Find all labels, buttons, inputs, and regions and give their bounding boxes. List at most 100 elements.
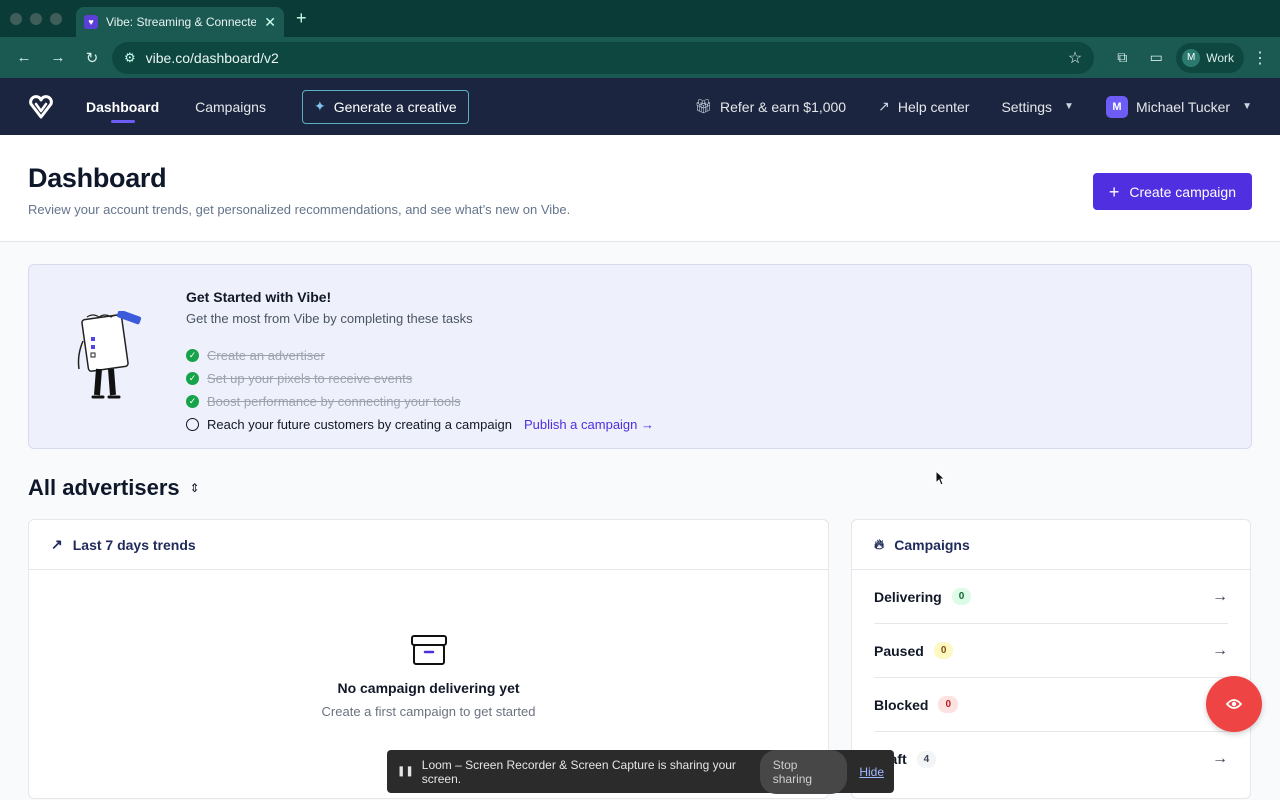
task-item: Reach your future customers by creating … bbox=[186, 413, 1251, 436]
nav-campaigns[interactable]: Campaigns bbox=[195, 78, 266, 135]
chevron-down-icon: ▼ bbox=[1242, 101, 1252, 112]
publish-campaign-link[interactable]: Publish a campaign → bbox=[524, 417, 654, 432]
browser-tab[interactable]: ♥ Vibe: Streaming & Connected ✕ bbox=[76, 7, 284, 37]
forward-icon[interactable]: → bbox=[44, 44, 72, 72]
get-started-title: Get Started with Vibe! bbox=[186, 289, 332, 305]
browser-toolbar: ← → ↻ ⚙ vibe.co/dashboard/v2 ☆ ⧉ ▭ M Wor… bbox=[0, 37, 1280, 78]
check-circle-icon: ✓ bbox=[186, 395, 199, 408]
arrow-right-icon[interactable]: → bbox=[1212, 750, 1228, 768]
gift-icon: 🎁︎ bbox=[694, 98, 713, 114]
get-started-panel: Get Started with Vibe! Get the most from… bbox=[28, 264, 1252, 449]
dashboard-content: Get Started with Vibe! Get the most from… bbox=[0, 242, 1280, 800]
eye-icon bbox=[1226, 699, 1242, 709]
refer-label: Refer & earn $1,000 bbox=[720, 98, 847, 115]
bookmark-star-icon[interactable]: ☆ bbox=[1068, 48, 1082, 68]
campaign-status-row[interactable]: Paused 0 → bbox=[874, 624, 1228, 678]
arrow-right-icon[interactable]: → bbox=[1212, 588, 1228, 606]
user-avatar: M bbox=[1105, 95, 1128, 118]
status-count-badge: 0 bbox=[938, 696, 959, 713]
sort-arrows-icon[interactable]: ⇕ bbox=[190, 481, 200, 495]
minimize-window-button[interactable] bbox=[30, 12, 42, 25]
close-window-button[interactable] bbox=[10, 12, 22, 25]
trends-empty-state: No campaign delivering yet Create a firs… bbox=[29, 634, 828, 719]
generate-creative-button[interactable]: ✦ Generate a creative bbox=[301, 89, 469, 124]
campaign-status-row[interactable]: Blocked 0 → bbox=[874, 678, 1228, 732]
task-label: Create an advertiser bbox=[207, 348, 325, 363]
help-center-link[interactable]: ↗ Help center bbox=[878, 98, 969, 115]
campaigns-title: Campaigns bbox=[894, 536, 970, 553]
check-circle-icon: ✓ bbox=[186, 349, 199, 362]
campaign-status-row[interactable]: Delivering 0 → bbox=[874, 570, 1228, 624]
maximize-window-button[interactable] bbox=[50, 12, 62, 25]
sparkles-icon: ✦ bbox=[313, 98, 326, 114]
chevron-down-icon: ▼ bbox=[1064, 101, 1074, 112]
check-circle-icon: ✓ bbox=[186, 372, 199, 385]
pause-icon: ❚❚ bbox=[397, 766, 414, 777]
browser-menu-icon[interactable]: ⋮ bbox=[1250, 48, 1270, 68]
archive-box-icon bbox=[410, 635, 447, 665]
trends-title: Last 7 days trends bbox=[72, 536, 196, 553]
sharing-message: Loom – Screen Recorder & Screen Capture … bbox=[421, 757, 736, 786]
trending-up-icon: ↗ bbox=[51, 536, 63, 552]
plus-icon: + bbox=[1108, 181, 1120, 202]
nav-dashboard[interactable]: Dashboard bbox=[86, 78, 159, 135]
empty-state-title: No campaign delivering yet bbox=[337, 680, 520, 696]
campaigns-card: 🔥︎ Campaigns Delivering 0 → Paused 0 → B… bbox=[851, 519, 1251, 799]
status-count-badge: 4 bbox=[916, 750, 937, 768]
trends-card-header: ↗ Last 7 days trends bbox=[29, 520, 828, 570]
create-campaign-button[interactable]: + Create campaign bbox=[1092, 173, 1252, 210]
new-tab-button[interactable]: + bbox=[296, 8, 307, 29]
generate-creative-label: Generate a creative bbox=[333, 98, 457, 115]
profile-button[interactable]: M Work bbox=[1176, 42, 1244, 73]
external-link-icon: ↗ bbox=[878, 98, 890, 114]
user-name: Michael Tucker bbox=[1135, 98, 1231, 115]
page-title: Dashboard bbox=[28, 163, 167, 193]
task-label: Reach your future customers by creating … bbox=[207, 417, 512, 432]
page-header: Dashboard Review your account trends, ge… bbox=[0, 135, 1280, 242]
reload-icon[interactable]: ↻ bbox=[78, 44, 106, 72]
status-count-badge: 0 bbox=[933, 642, 954, 659]
advertisers-title: All advertisers bbox=[28, 475, 180, 500]
empty-state-subtitle: Create a first campaign to get started bbox=[321, 704, 536, 719]
task-item: ✓ Set up your pixels to receive events bbox=[186, 367, 1251, 390]
tab-title: Vibe: Streaming & Connected bbox=[106, 15, 257, 29]
url-text[interactable]: vibe.co/dashboard/v2 bbox=[146, 50, 279, 66]
vibe-logo-icon[interactable] bbox=[28, 94, 54, 120]
profile-label: Work bbox=[1206, 50, 1234, 65]
profile-avatar: M bbox=[1182, 48, 1201, 67]
empty-circle-icon bbox=[186, 418, 199, 431]
help-label: Help center bbox=[897, 98, 970, 115]
settings-menu[interactable]: Settings ▼ bbox=[1001, 99, 1074, 115]
refer-earn-link[interactable]: 🎁︎ Refer & earn $1,000 bbox=[694, 98, 846, 115]
task-list: ✓ Create an advertiser ✓ Set up your pix… bbox=[186, 344, 1251, 436]
settings-label: Settings bbox=[1001, 98, 1053, 115]
status-label: Blocked bbox=[874, 696, 929, 713]
window-controls[interactable] bbox=[10, 12, 62, 25]
floating-eye-button[interactable] bbox=[1206, 676, 1262, 732]
stop-sharing-button[interactable]: Stop sharing bbox=[759, 749, 848, 794]
close-tab-icon[interactable]: ✕ bbox=[264, 14, 276, 31]
tab-search-icon[interactable]: ▭ bbox=[1142, 44, 1170, 72]
task-label: Boost performance by connecting your too… bbox=[207, 394, 461, 409]
campaign-status-row[interactable]: Draft 4 → bbox=[874, 732, 1228, 786]
status-count-badge: 0 bbox=[951, 588, 972, 605]
back-icon[interactable]: ← bbox=[10, 44, 38, 72]
campaigns-card-header: 🔥︎ Campaigns bbox=[852, 520, 1250, 570]
page-subtitle: Review your account trends, get personal… bbox=[28, 202, 571, 217]
address-bar[interactable]: ⚙ vibe.co/dashboard/v2 ☆ bbox=[112, 41, 1095, 74]
fire-icon: 🔥︎ bbox=[874, 536, 885, 552]
advertiser-selector[interactable]: All advertisers ⇕ bbox=[28, 475, 1252, 501]
mouse-cursor-icon bbox=[935, 470, 945, 486]
get-started-subtitle: Get the most from Vibe by completing the… bbox=[186, 311, 473, 326]
screen-sharing-bar: ❚❚ Loom – Screen Recorder & Screen Captu… bbox=[387, 749, 894, 794]
extensions-icon[interactable]: ⧉ bbox=[1108, 44, 1136, 72]
site-settings-icon[interactable]: ⚙ bbox=[124, 50, 136, 66]
browser-tabbar: ♥ Vibe: Streaming & Connected ✕ + bbox=[0, 0, 1280, 37]
todo-list-illustration-icon bbox=[77, 311, 142, 399]
user-menu[interactable]: M Michael Tucker ▼ bbox=[1105, 95, 1252, 118]
app-navbar: Dashboard Campaigns ✦ Generate a creativ… bbox=[0, 78, 1280, 135]
task-item: ✓ Boost performance by connecting your t… bbox=[186, 390, 1251, 413]
hide-sharing-link[interactable]: Hide bbox=[859, 765, 884, 779]
create-campaign-label: Create campaign bbox=[1129, 183, 1236, 200]
arrow-right-icon[interactable]: → bbox=[1212, 642, 1228, 660]
